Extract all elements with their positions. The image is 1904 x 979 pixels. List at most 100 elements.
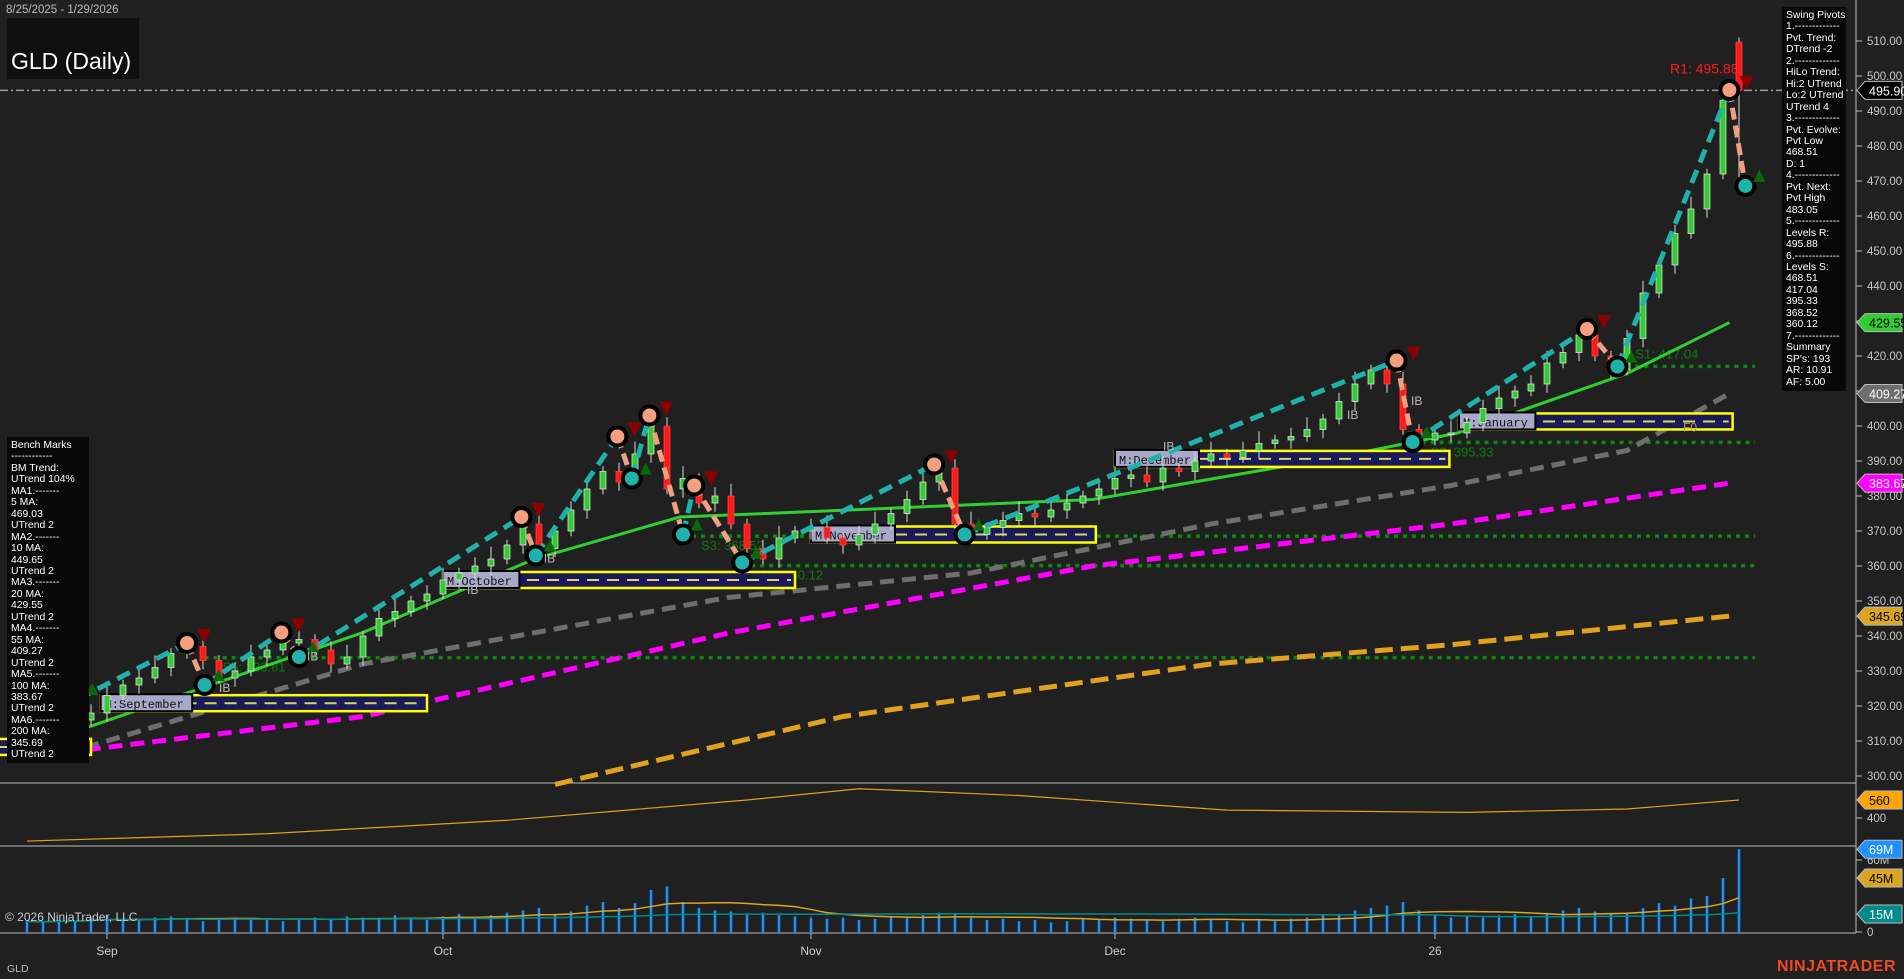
bench-line: 55 MA: [11,634,44,646]
annotation-label: IB [1411,394,1422,408]
price-tag: 345.69 [1856,606,1904,626]
y-tick-label: 490.00 [1867,106,1902,118]
price-tag-label: 495.90 [1869,84,1904,98]
candle-body [1255,443,1263,451]
y-tick-label: 350.00 [1867,596,1902,608]
bench-line: UTrend 2 [11,611,54,623]
candle-body [327,649,335,665]
candle-body [743,523,751,549]
y-tick-label: 370.00 [1867,526,1902,538]
swing-low-marker [288,646,310,668]
bench-line: Bench Marks [11,440,72,451]
swing-line: Pvt High [1786,193,1826,205]
y-tick-label: 420.00 [1867,351,1902,363]
bench-line: 449.65 [11,554,43,566]
candle-body [647,425,655,455]
swing-line: 6.------------- [1786,250,1840,262]
swing-high-marker [638,404,661,427]
swing-line: 1.------------- [1786,21,1840,33]
candle-body [391,611,399,619]
price-tag: 429.55 [1856,313,1904,333]
swing-line: Hi:2 UTrend [1786,78,1842,90]
bench-line: ------------ [11,451,53,463]
swing-high-marker [1576,318,1598,341]
swing-high-marker [683,474,706,497]
moving-average-200ma [554,613,1730,787]
sell-arrow-icon [531,503,546,517]
oscillator-tag: 560 [1856,790,1903,810]
price-tag-label: 383.67 [1869,477,1904,491]
candle-body [151,667,159,679]
y-tick-label: 510.00 [1867,36,1902,48]
candle-body [263,649,271,658]
x-tick-label: Dec [1104,944,1125,958]
candle-body [1447,432,1455,435]
bench-line: 345.69 [11,737,43,749]
swing-low-marker [672,523,694,546]
swing-line: 4.------------- [1786,170,1840,182]
swing-low-marker [620,467,643,490]
bench-line: MA3.------- [11,577,60,589]
annotation-label: IB [1347,408,1358,422]
candle-body [983,527,991,535]
swing-pivots-panel: Swing Pivots 1.------------- Pvt. Trend: DT… [1782,7,1846,391]
volume-tag: 69M [1856,839,1903,859]
bench-line: UTrend 2 [11,520,54,532]
price-tag-label: 409.27 [1869,388,1904,402]
swing-line: 368.52 [1786,307,1818,319]
symbol-label: GLD [7,963,29,975]
candle-body [1431,432,1439,441]
candle-body [1351,383,1359,402]
candle-body [855,534,863,546]
candle-body [1095,488,1103,497]
monthly-label: M:September [105,698,184,712]
bench-line: MA1.------- [11,485,60,497]
candle-body [599,471,607,490]
swing-line: Lo:2 UTrend [1786,90,1844,102]
x-tick-label: Oct [434,944,453,958]
annotation-label: IB [467,583,478,597]
sell-arrow-icon [704,471,719,486]
candle-body [1207,453,1215,462]
y-tick-label: 440.00 [1867,281,1902,293]
swing-leg [963,358,1398,537]
swing-line: D: 1 [1786,158,1806,170]
candle-body [1079,495,1087,504]
swing-line: 483.05 [1786,204,1818,216]
candle-body [711,495,719,504]
swing-low-marker [1401,431,1424,454]
price-tag: 495.90 [1856,80,1904,100]
swing-high-marker [510,506,533,528]
candle-body [423,593,431,602]
bench-line: UTrend 2 [11,657,54,669]
y-tick-label: 450.00 [1867,246,1902,258]
candle-body [1143,474,1151,483]
candle-body [999,520,1007,528]
candle-body [407,600,415,612]
bench-line: 5 MA: [11,497,39,509]
oscillator-tick-label: 400 [1867,813,1886,825]
candle-body [1543,362,1551,385]
candle-body [1031,513,1039,518]
swing-line: Summary [1786,342,1831,354]
candle-body [839,537,847,546]
candle-body [1303,429,1311,437]
candle-body [1479,408,1487,423]
swing-line: HiLo Trend: [1786,67,1840,79]
swing-line: 7.------------- [1786,330,1840,342]
price-tag-label: 345.69 [1869,610,1904,624]
bench-line: 10 MA: [11,543,44,555]
swing-low-marker [953,523,976,546]
candle-body [1687,208,1695,234]
swing-line: Pvt. Trend: [1786,32,1837,44]
annotation-label: IB [544,552,555,566]
y-tick-label: 380.00 [1867,491,1902,503]
candle-body [1655,264,1663,294]
price-chart[interactable]: 300.00 310.00 320.00 330.00 340.00 350.00 360.… [0,0,1904,979]
bench-line: MA4.------- [11,623,60,635]
bench-line: MA6.------- [11,714,60,726]
swing-high-marker [1385,349,1408,372]
candle-body [279,642,287,651]
y-tick-label: 300.00 [1867,771,1902,783]
x-tick-label: Nov [800,944,821,958]
